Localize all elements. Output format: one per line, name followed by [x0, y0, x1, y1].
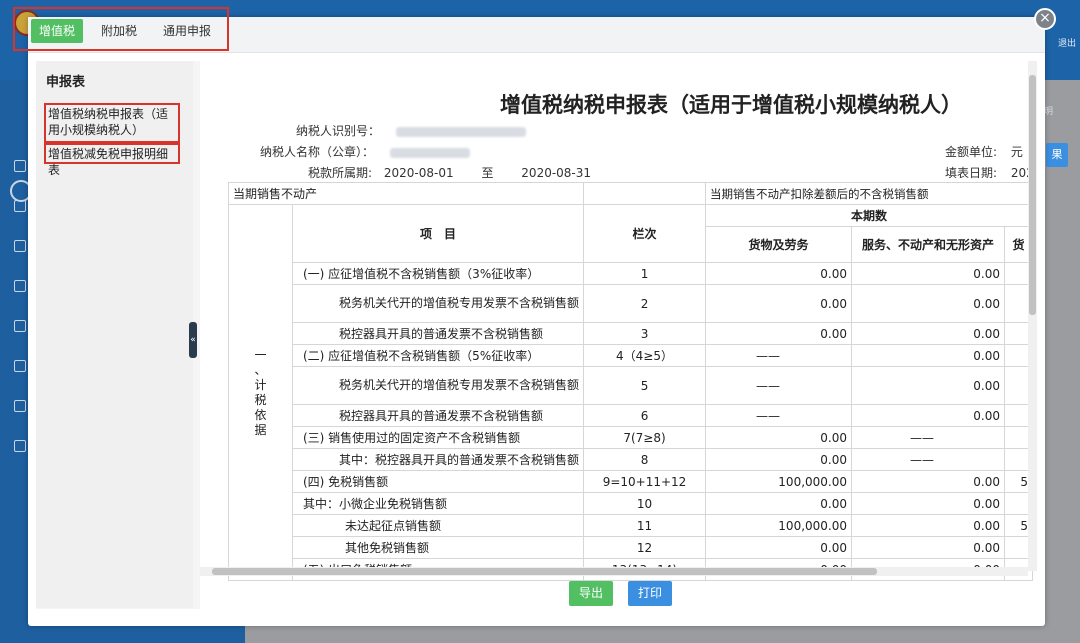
export-button[interactable]: 导出 [569, 581, 614, 606]
table-header-cell: 当期销售不动产 [227, 182, 585, 205]
menu-icon [14, 320, 26, 332]
exit-label[interactable]: 退出 [1058, 36, 1076, 49]
table-row: (二) 应征增值税不含税销售额（5%征收率） 4（4≥5） —— 0.00 [229, 344, 1034, 367]
tax-period-label: 税款所属期: [308, 166, 373, 180]
taxpayer-id-redacted [395, 126, 526, 137]
menu-icon [14, 280, 26, 292]
menu-icon [14, 360, 26, 372]
fill-date-row: 填表日期: 202 [945, 164, 1034, 181]
sidebar-item-vat-return[interactable]: 增值税纳税申报表（适用小规模纳税人） [44, 103, 180, 143]
close-icon[interactable]: × [1034, 8, 1056, 30]
table-row: 税务机关代开的增值税专用发票不含税销售额 2 0.00 0.00 [229, 284, 1034, 323]
declaration-modal: 增值税 附加税 通用申报 × 申报表 增值税纳税申报表（适用小规模纳税人） 增值… [13, 7, 1056, 626]
vertical-scroll-thumb[interactable] [1029, 75, 1036, 315]
tabs-highlight-box [13, 7, 229, 51]
background-query-button[interactable]: 果 [1046, 143, 1068, 167]
background-text: 明 [1044, 107, 1054, 117]
menu-icon [14, 240, 26, 252]
menu-icon [14, 200, 26, 212]
table-row: 税务机关代开的增值税专用发票不含税销售额 5 —— 0.00 [229, 366, 1034, 405]
taxpayer-name-label: 纳税人名称（公章）： [260, 145, 375, 159]
amount-unit-label: 金额单位: [945, 145, 998, 159]
tax-period-end: 2020-08-31 [521, 166, 592, 180]
table-row: 其他免税销售额 12 0.00 0.00 [229, 536, 1034, 559]
table-row: (一) 应征增值税不含税销售额（3%征收率） 1 0.00 0.00 [229, 262, 1034, 285]
column-header-item: 项 目 [291, 204, 585, 263]
report-title: 增值税纳税申报表（适用于增值税小规模纳税人） [500, 93, 962, 117]
menu-icon [14, 440, 26, 452]
report-content: 增值税纳税申报表（适用于增值税小规模纳税人） 纳税人识别号： 纳税人名称（公章）… [200, 61, 1037, 609]
section-label-tax-basis: 一 、 计 税 依 据 [228, 204, 293, 581]
column-header-services: 服务、不动产和无形资产 [851, 226, 1006, 263]
vat-return-table: 当期销售不动产 当期销售不动产扣除差额后的不含税销售额 一 、 计 税 依 据 … [227, 182, 1034, 581]
table-header-cell: 当期销售不动产扣除差额后的不含税销售额 [705, 182, 1034, 205]
table-row: 税控器具开具的普通发票不含税销售额 3 0.00 0.00 [229, 322, 1034, 345]
column-header-goods: 货物及劳务 [705, 226, 853, 263]
sidebar-item-exemption-detail[interactable]: 增值税减免税申报明细表 [44, 143, 180, 177]
modal-body: 申报表 增值税纳税申报表（适用小规模纳税人） 增值税减免税申报明细表 « 增值税… [36, 61, 1037, 609]
collapse-sidebar-handle[interactable]: « [189, 322, 197, 358]
table-row: (三) 销售使用过的固定资产不含税销售额 7(7≥8) 0.00 —— [229, 426, 1034, 449]
horizontal-scrollbar[interactable] [200, 567, 1028, 576]
fill-date-label: 填表日期: [945, 166, 998, 180]
print-button[interactable]: 打印 [628, 581, 673, 606]
table-row: 税控器具开具的普通发票不含税销售额 6 —— 0.00 [229, 404, 1034, 427]
table-row: 其中：小微企业免税销售额 10 0.00 0.00 [229, 492, 1034, 515]
horizontal-scroll-thumb[interactable] [212, 568, 877, 575]
column-header-line: 栏次 [583, 204, 707, 263]
taxpayer-name-row: 纳税人名称（公章）： [260, 143, 470, 160]
table-row: (四) 免税销售额 9=10+11+12 100,000.00 0.00 5 [229, 470, 1034, 493]
column-header-current-period: 本期数 [705, 204, 1034, 227]
table-row: 未达起征点销售额 11 100,000.00 0.00 5 [229, 514, 1034, 537]
menu-icon [14, 400, 26, 412]
vertical-scrollbar[interactable] [1028, 61, 1037, 571]
table-row: 其中：税控器具开具的普通发票不含税销售额 8 0.00 —— [229, 448, 1034, 471]
amount-unit-row: 金额单位: 元（ [945, 143, 1035, 160]
taxpayer-id-label: 纳税人识别号： [296, 124, 381, 138]
taxpayer-name-redacted [389, 147, 470, 158]
tax-type-tabs: 增值税 附加税 通用申报 [13, 7, 1045, 53]
tax-period-row: 税款所属期: 2020-08-01 至 2020-08-31 [308, 164, 591, 181]
sidebar-title: 申报表 [46, 75, 86, 90]
taxpayer-id-row: 纳税人识别号： [296, 122, 526, 139]
menu-icon [14, 160, 26, 172]
form-list-sidebar: 申报表 增值税纳税申报表（适用小规模纳税人） 增值税减免税申报明细表 [36, 61, 193, 608]
tax-period-start: 2020-08-01 [383, 166, 454, 180]
tax-period-to: 至 [481, 166, 494, 180]
